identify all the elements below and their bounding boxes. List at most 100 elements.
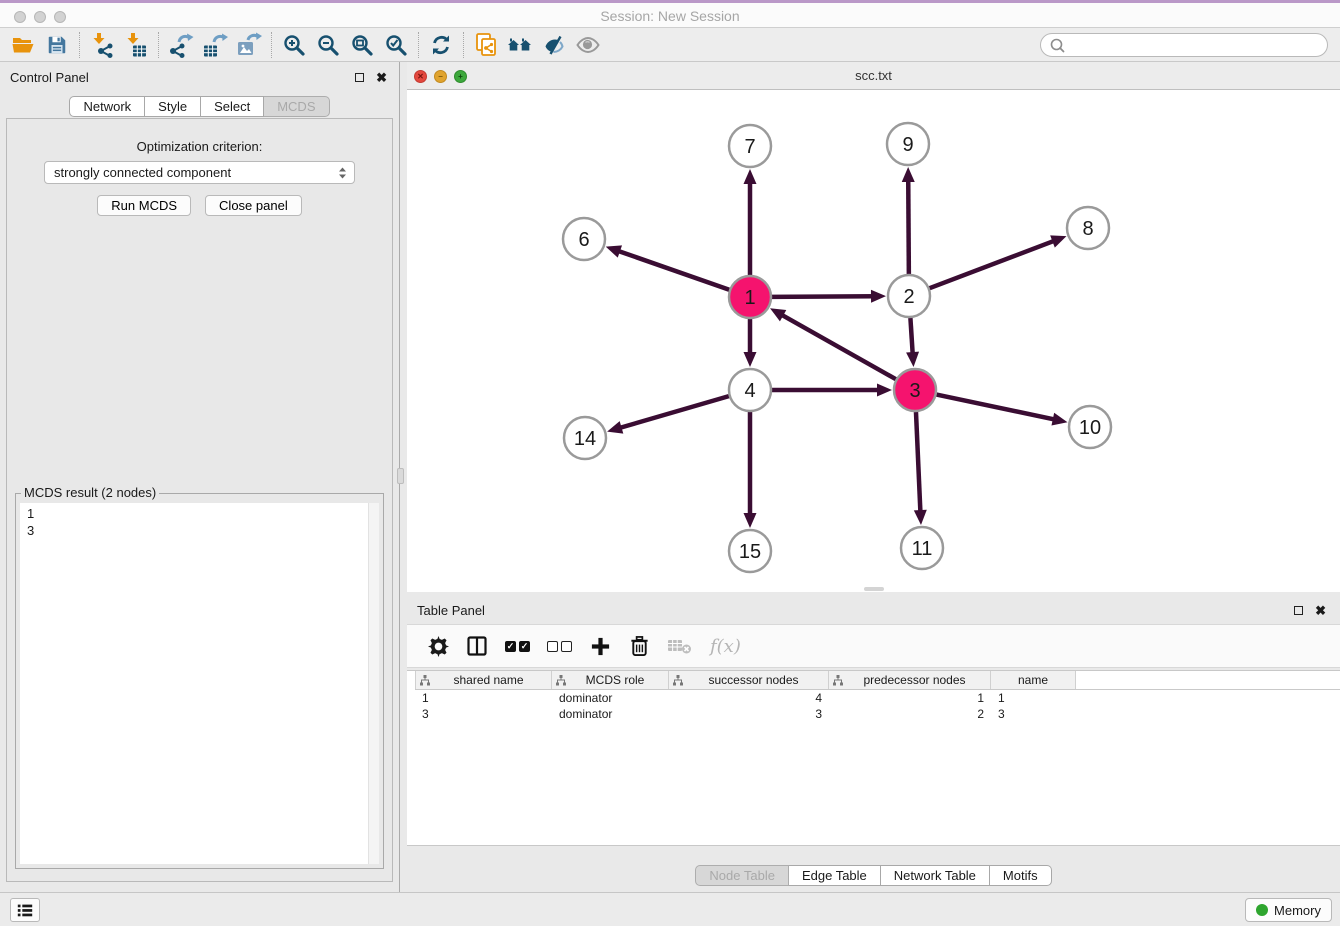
mcds-result-textarea[interactable]: 1 3	[20, 503, 379, 864]
table-row[interactable]: 3dominator323	[415, 706, 1340, 722]
mcds-result-box: MCDS result (2 nodes) 1 3	[15, 493, 384, 869]
tab-select[interactable]: Select	[201, 96, 264, 117]
table-cell[interactable]: 4	[669, 691, 829, 705]
deselect-all-button[interactable]	[547, 634, 572, 658]
optimization-criterion-select[interactable]: strongly connected component	[44, 161, 355, 184]
table-cell[interactable]: 3	[669, 707, 829, 721]
table-cell[interactable]: 3	[415, 707, 552, 721]
search-icon	[1049, 37, 1065, 53]
graph-edge-2-9[interactable]	[908, 178, 909, 274]
search-box	[1040, 33, 1328, 57]
graph-edge-2-3[interactable]	[910, 318, 912, 356]
first-neighbors-button[interactable]	[503, 31, 537, 59]
zoom-in-button[interactable]	[277, 31, 311, 59]
graph-edge-1-2[interactable]	[772, 296, 875, 297]
canvas-hscroll-handle[interactable]	[864, 587, 884, 591]
network-canvas[interactable]: 7968124314101511	[407, 90, 1340, 592]
shared-column-icon	[833, 675, 843, 686]
graph-edge-4-14[interactable]	[618, 396, 729, 428]
graph-edge-arrowhead	[902, 167, 915, 182]
node-table-body: 1dominator4113dominator323	[407, 690, 1340, 722]
table-settings-button[interactable]	[427, 634, 449, 658]
graph-edge-arrowhead	[744, 352, 757, 367]
close-panel-icon[interactable]: ✖	[376, 71, 387, 84]
open-session-button[interactable]	[6, 31, 40, 59]
table-cell[interactable]: dominator	[552, 707, 669, 721]
float-panel-icon[interactable]	[355, 73, 364, 82]
fx-icon: f(x)	[710, 636, 741, 657]
graph-edge-1-6[interactable]	[616, 250, 729, 290]
refresh-view-button[interactable]	[424, 31, 458, 59]
toolbar-separator	[79, 32, 80, 58]
import-table-button[interactable]	[119, 31, 153, 59]
memory-button[interactable]: Memory	[1245, 898, 1332, 922]
column-header[interactable]: predecessor nodes	[829, 671, 991, 689]
search-input[interactable]	[1069, 35, 1327, 55]
table-cell[interactable]: 3	[991, 707, 1076, 721]
show-panels-button[interactable]	[10, 898, 40, 922]
network-window: ✕ − + scc.txt 7968124314101511	[407, 62, 1340, 592]
graph-edge-arrowhead	[1050, 235, 1066, 247]
save-icon	[46, 34, 68, 56]
refresh-icon	[429, 33, 453, 57]
table-cell[interactable]: 1	[991, 691, 1076, 705]
zoom-fit-button[interactable]	[345, 31, 379, 59]
graph-node-label: 8	[1082, 218, 1093, 240]
import-table-icon	[123, 32, 149, 58]
table-cell[interactable]: dominator	[552, 691, 669, 705]
result-scrollbar[interactable]	[368, 503, 379, 864]
graph-edge-arrowhead	[906, 352, 919, 367]
column-header[interactable]: shared name	[415, 671, 552, 689]
zoom-selected-button[interactable]	[379, 31, 413, 59]
show-all-button[interactable]	[571, 31, 605, 59]
graph-edge-arrowhead	[877, 384, 892, 397]
import-network-button[interactable]	[85, 31, 119, 59]
graph-node-label: 6	[578, 229, 589, 251]
export-network-button[interactable]	[164, 31, 198, 59]
float-table-panel-icon[interactable]	[1294, 606, 1303, 615]
graph-edge-arrowhead	[1051, 413, 1067, 426]
delete-row-button[interactable]	[628, 634, 650, 658]
export-table-button[interactable]	[198, 31, 232, 59]
column-header[interactable]: successor nodes	[669, 671, 829, 689]
tab-motifs[interactable]: Motifs	[990, 865, 1052, 886]
panel-splitter-handle[interactable]	[397, 468, 404, 484]
tab-mcds[interactable]: MCDS	[264, 96, 329, 117]
unchecked-box-icon	[561, 641, 572, 652]
optimization-criterion-value: strongly connected component	[54, 165, 231, 180]
zoom-out-button[interactable]	[311, 31, 345, 59]
graph-edge-3-10[interactable]	[937, 395, 1057, 420]
tab-edge-table[interactable]: Edge Table	[789, 865, 881, 886]
show-columns-button[interactable]	[466, 634, 488, 658]
close-table-panel-icon[interactable]: ✖	[1315, 604, 1326, 617]
copy-network-style-button[interactable]	[469, 31, 503, 59]
tab-network-table[interactable]: Network Table	[881, 865, 990, 886]
eye-slash-icon	[541, 32, 567, 58]
graph-edge-2-8[interactable]	[930, 240, 1057, 288]
table-cell[interactable]: 2	[829, 707, 991, 721]
tab-node-table[interactable]: Node Table	[695, 865, 789, 886]
network-graph: 7968124314101511	[407, 90, 1340, 592]
save-session-button[interactable]	[40, 31, 74, 59]
add-row-button[interactable]	[589, 634, 611, 658]
shared-column-icon	[673, 675, 683, 686]
eye-icon	[575, 32, 601, 58]
tab-network[interactable]: Network	[69, 96, 145, 117]
delete-table-button[interactable]	[667, 634, 693, 658]
graph-node-label: 7	[744, 136, 755, 158]
toolbar-separator	[418, 32, 419, 58]
graph-edge-3-1[interactable]	[780, 314, 896, 380]
function-builder-button[interactable]: f(x)	[710, 634, 741, 658]
hide-selected-button[interactable]	[537, 31, 571, 59]
select-all-button[interactable]: ✓ ✓	[505, 634, 530, 658]
close-panel-button[interactable]: Close panel	[205, 195, 302, 216]
table-cell[interactable]: 1	[415, 691, 552, 705]
column-header[interactable]: MCDS role	[552, 671, 669, 689]
graph-edge-3-11[interactable]	[916, 412, 921, 514]
run-mcds-button[interactable]: Run MCDS	[97, 195, 191, 216]
column-header[interactable]: name	[991, 671, 1076, 689]
table-cell[interactable]: 1	[829, 691, 991, 705]
table-row[interactable]: 1dominator411	[415, 690, 1340, 706]
export-image-button[interactable]	[232, 31, 266, 59]
tab-style[interactable]: Style	[145, 96, 201, 117]
